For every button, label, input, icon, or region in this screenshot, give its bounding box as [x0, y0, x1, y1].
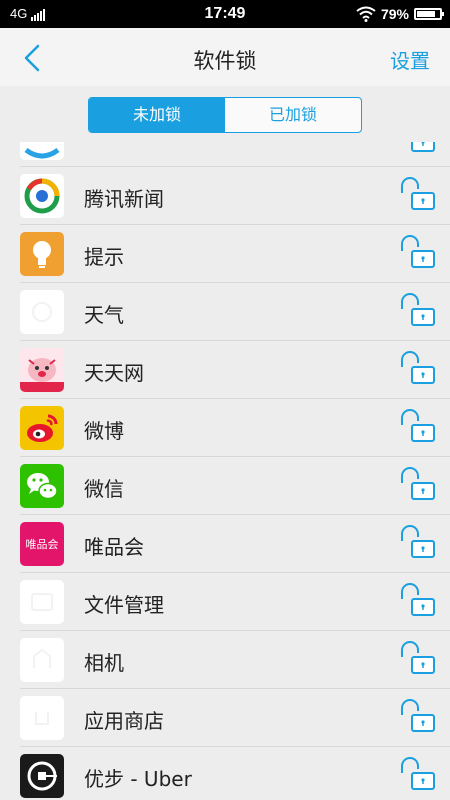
list-item[interactable] [0, 142, 450, 167]
tab-unlocked[interactable]: 未加锁 [89, 98, 225, 132]
unlock-icon[interactable] [398, 349, 438, 389]
status-right: 79% [356, 6, 444, 22]
weibo-icon [20, 406, 64, 450]
segmented-tabs: 未加锁 已加锁 [88, 97, 362, 133]
tips-icon [20, 232, 64, 276]
tencent-news-icon [20, 174, 64, 218]
unlock-icon[interactable] [398, 233, 438, 273]
partial-app-icon [20, 142, 64, 160]
app-store-icon [20, 696, 64, 740]
app-name: 相机 [84, 651, 124, 675]
camera-icon [20, 638, 64, 682]
status-bar: 4G 17:49 79% [0, 0, 450, 28]
unlock-icon[interactable] [398, 407, 438, 447]
unlock-icon[interactable] [398, 755, 438, 795]
battery-icon [414, 8, 444, 20]
app-name: 微博 [84, 419, 124, 443]
app-name: 文件管理 [84, 593, 164, 617]
battery-percent: 79% [380, 6, 409, 22]
list-item[interactable]: 文件管理 [0, 573, 450, 631]
tab-area: 未加锁 已加锁 [0, 86, 450, 142]
list-item[interactable]: 应用商店 [0, 689, 450, 747]
unlock-icon[interactable] [398, 291, 438, 331]
vipshop-icon-text: 唯品会 [25, 538, 59, 551]
unlock-icon[interactable] [398, 697, 438, 737]
app-name: 应用商店 [84, 709, 164, 733]
uber-icon [20, 754, 64, 798]
weather-icon [20, 290, 64, 334]
app-name: 腾讯新闻 [84, 187, 164, 211]
wifi-icon [356, 6, 376, 22]
list-item[interactable]: 腾讯新闻 [0, 167, 450, 225]
app-name: 优步 - Uber [84, 767, 192, 791]
vipshop-icon: 唯品会 [20, 522, 64, 566]
title-bar: 软件锁 设置 [0, 28, 450, 86]
app-name: 提示 [84, 245, 124, 269]
app-list: 腾讯新闻 提示 天气 天天网 微博 微信 唯品会 唯品会 文件管理 相机 应用商… [0, 142, 450, 800]
tab-locked[interactable]: 已加锁 [225, 98, 361, 132]
list-item[interactable]: 微信 [0, 457, 450, 515]
app-name: 天气 [84, 303, 124, 327]
app-name: 天天网 [84, 361, 144, 385]
wechat-icon [20, 464, 64, 508]
list-item[interactable]: 提示 [0, 225, 450, 283]
list-item[interactable]: 相机 [0, 631, 450, 689]
unlock-icon[interactable] [398, 465, 438, 505]
settings-button[interactable]: 设置 [390, 45, 430, 74]
list-item[interactable]: 天天网 [0, 341, 450, 399]
unlock-icon[interactable] [398, 142, 438, 157]
tiantian-icon [20, 348, 64, 392]
unlock-icon[interactable] [398, 639, 438, 679]
list-item[interactable]: 唯品会 唯品会 [0, 515, 450, 573]
list-item[interactable]: 微博 [0, 399, 450, 457]
unlock-icon[interactable] [398, 175, 438, 215]
unlock-icon[interactable] [398, 581, 438, 621]
app-name: 微信 [84, 477, 124, 501]
list-item[interactable]: 优步 - Uber [0, 747, 450, 800]
app-name: 唯品会 [84, 535, 144, 559]
list-item[interactable]: 天气 [0, 283, 450, 341]
page-title: 软件锁 [193, 49, 257, 73]
unlock-icon[interactable] [398, 523, 438, 563]
file-manager-icon [20, 580, 64, 624]
